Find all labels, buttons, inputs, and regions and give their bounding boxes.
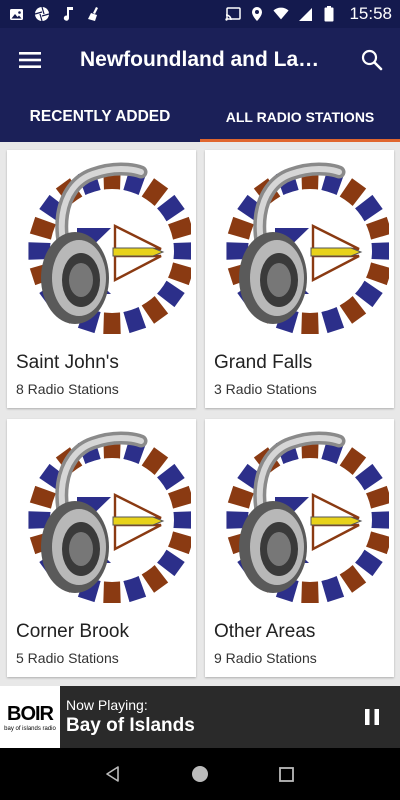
recents-icon xyxy=(279,766,295,782)
radio-logo-icon xyxy=(225,431,389,603)
cleaning-broom-icon xyxy=(86,6,102,22)
hamburger-menu-icon xyxy=(19,52,41,68)
card-subtitle: 5 Radio Stations xyxy=(16,650,119,666)
logo-ray xyxy=(172,242,191,260)
menu-button[interactable] xyxy=(0,28,60,92)
logo-ray xyxy=(370,242,389,260)
station-logo-subtext: bay of islands radio xyxy=(4,725,56,732)
logo-ray xyxy=(102,581,121,603)
logo-earcup xyxy=(68,263,93,297)
card-title: Other Areas xyxy=(214,621,316,642)
tab-recently-added[interactable]: RECENTLY ADDED xyxy=(0,92,200,142)
logo-flag-gold xyxy=(310,247,362,257)
now-playing-station: Bay of Islands xyxy=(66,715,195,736)
card-image xyxy=(7,419,196,609)
location-icon xyxy=(249,6,265,22)
radio-logo-icon xyxy=(27,162,191,334)
card-title: Corner Brook xyxy=(16,621,129,642)
logo-flag-gold xyxy=(112,247,164,257)
image-icon xyxy=(8,6,24,22)
recents-button[interactable] xyxy=(267,754,307,794)
logo-earcup xyxy=(266,532,291,566)
card-subtitle: 3 Radio Stations xyxy=(214,381,317,397)
tab-bar: RECENTLY ADDED ALL RADIO STATIONS xyxy=(0,92,400,142)
page-title: Newfoundland and Labrador Radio Stations xyxy=(80,48,330,71)
logo-flag-gold xyxy=(310,516,362,526)
radio-logo-icon xyxy=(27,431,191,603)
clock-time: 15:58 xyxy=(349,4,392,23)
logo-flag-gold xyxy=(112,516,164,526)
aperture-icon xyxy=(34,6,50,22)
logo-earcup xyxy=(68,532,93,566)
card-saint-johns[interactable]: Saint John's 8 Radio Stations xyxy=(7,150,196,408)
card-corner-brook[interactable]: Corner Brook 5 Radio Stations xyxy=(7,419,196,677)
card-title: Grand Falls xyxy=(214,352,313,373)
region-grid: Saint John's 8 Radio Stations Grand Fall… xyxy=(0,142,400,686)
card-grand-falls[interactable]: Grand Falls 3 Radio Stations xyxy=(205,150,394,408)
card-image xyxy=(205,150,394,340)
logo-earcup xyxy=(266,263,291,297)
back-icon xyxy=(106,766,120,782)
card-subtitle: 9 Radio Stations xyxy=(214,650,317,666)
back-button[interactable] xyxy=(93,754,133,794)
home-icon xyxy=(191,766,208,782)
card-title: Saint John's xyxy=(16,352,119,373)
search-icon xyxy=(361,49,383,71)
logo-ray xyxy=(102,312,121,334)
card-subtitle: 8 Radio Stations xyxy=(16,381,119,397)
system-nav-bar xyxy=(0,748,400,800)
app-bar: Newfoundland and Labrador Radio Stations xyxy=(0,28,400,92)
logo-ray xyxy=(370,511,389,529)
home-button[interactable] xyxy=(180,754,220,794)
tab-all-radio-stations[interactable]: ALL RADIO STATIONS xyxy=(200,92,400,142)
wifi-icon xyxy=(273,6,290,22)
logo-ray xyxy=(172,511,191,529)
status-bar: 15:58 xyxy=(0,0,400,28)
now-playing-info: Now Playing: Bay of Islands xyxy=(66,697,195,737)
cast-icon xyxy=(225,6,242,22)
now-playing-bar[interactable]: BOIR bay of islands radio Now Playing: B… xyxy=(0,686,400,748)
card-image xyxy=(205,419,394,609)
pause-icon xyxy=(365,709,379,725)
card-image xyxy=(7,150,196,340)
battery-icon xyxy=(321,6,337,22)
music-note-icon xyxy=(60,6,76,22)
card-other-areas[interactable]: Other Areas 9 Radio Stations xyxy=(205,419,394,677)
now-playing-label: Now Playing: xyxy=(66,697,148,713)
station-logo: BOIR bay of islands radio xyxy=(0,686,60,748)
search-button[interactable] xyxy=(344,28,400,92)
logo-ray xyxy=(300,581,319,603)
logo-ray xyxy=(300,312,319,334)
signal-icon xyxy=(297,6,313,22)
station-logo-text: BOIR xyxy=(7,702,54,725)
pause-button[interactable] xyxy=(344,686,400,748)
radio-logo-icon xyxy=(225,162,389,334)
